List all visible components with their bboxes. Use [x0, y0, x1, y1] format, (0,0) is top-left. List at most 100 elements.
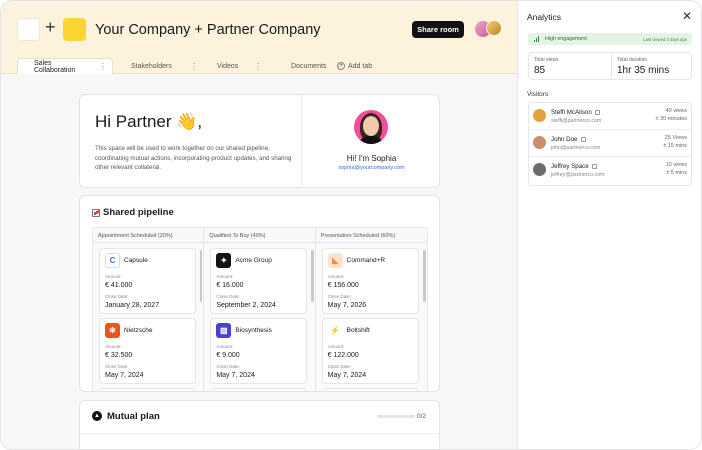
deal-amount: € 41.000: [105, 282, 133, 289]
close-date-label: Close Date:: [216, 294, 240, 299]
deal-amount: € 9.000: [216, 352, 240, 359]
tab-label: Stakeholders: [131, 62, 172, 70]
deal-amount: € 156.000: [327, 282, 359, 289]
pipeline-column: Appointment Scheduled (20%) C Capsule Am…: [93, 228, 205, 391]
stats-box: Total views 85 Total duration 1hr 35 min…: [528, 52, 692, 80]
chevron-up-icon[interactable]: ▲: [92, 411, 102, 421]
deal-card-peek[interactable]: [210, 388, 308, 391]
deal-card[interactable]: ◣ Command+R Amount: € 156.000 Close Date…: [321, 248, 419, 314]
deal-name: Command+R: [346, 257, 386, 264]
close-icon[interactable]: ✕: [682, 9, 692, 23]
deal-card[interactable]: ⚡ Boltshift Amount: € 122.000 Close Date…: [321, 318, 419, 384]
deal-amount: € 122.000: [327, 352, 359, 359]
deal-card[interactable]: ▨ Biosynthesis Amount: € 9.000 Close Dat…: [210, 318, 308, 384]
deal-close-date: January 28, 2027: [105, 302, 160, 309]
signal-bars-icon: [534, 36, 540, 42]
column-scrollbar[interactable]: [311, 250, 314, 302]
total-views-value: 85: [534, 65, 546, 76]
welcome-text: This space will be used to work together…: [95, 145, 292, 171]
amount-label: Amount:: [216, 344, 234, 349]
deal-card[interactable]: ✻ Nietzsche Amount: € 32.500 Close Date:…: [99, 318, 196, 384]
deal-card[interactable]: C Capsule Amount: € 41.000 Close Date: J…: [99, 248, 196, 314]
share-room-button[interactable]: Share room: [412, 21, 464, 38]
visitor-row[interactable]: Steffi McAlison steffi@partnerco.com 40 …: [529, 103, 691, 130]
your-company-logo: [17, 18, 40, 41]
welcome-title: Hi Partner 👋,: [95, 112, 203, 131]
visitors-list: Steffi McAlison steffi@partnerco.com 40 …: [528, 102, 692, 186]
deal-amount: € 16.000: [216, 282, 244, 289]
avatar: [533, 163, 546, 176]
column-scrollbar[interactable]: [423, 250, 426, 302]
engagement-banner: High engagement Last viewed 3 days ago: [528, 33, 692, 45]
visitor-duration: ± 30 minutes: [655, 116, 687, 122]
visitor-duration: ± 15 mins: [663, 143, 687, 149]
welcome-card: Hi Partner 👋, This space will be used to…: [79, 94, 440, 188]
analytics-title: Analytics: [527, 12, 562, 22]
total-duration-label: Total duration: [617, 57, 648, 63]
calendar-icon: [594, 110, 600, 115]
deal-name: Capsule: [124, 257, 148, 264]
pipeline-title-text: Shared pipeline: [103, 207, 174, 218]
more-vertical-icon[interactable]: ⋮: [188, 62, 203, 71]
tab-label: Documents: [291, 62, 327, 70]
nietzsche-logo-icon: ✻: [105, 323, 120, 338]
more-vertical-icon[interactable]: ⋮: [252, 62, 267, 71]
visitor-row[interactable]: John Doe john@partnerco.com 25 Views ± 1…: [529, 130, 691, 157]
avatar: [533, 109, 546, 122]
visitor-name: John Doe: [551, 136, 586, 143]
deal-name: Acme Group: [235, 257, 272, 264]
more-vertical-icon[interactable]: ⋮: [97, 62, 112, 71]
column-scrollbar[interactable]: [199, 250, 203, 302]
tab-sales-collaboration[interactable]: Sales Collaboration ⋮: [17, 58, 113, 74]
tab-label: Sales Collaboration: [34, 59, 76, 74]
deal-name: Boltshift: [346, 327, 370, 334]
visitor-name: Steffi McAlison: [551, 109, 600, 116]
visitors-heading: Visitors: [527, 91, 549, 98]
visitor-views: 10 views: [665, 162, 687, 168]
tab-videos[interactable]: Videos ⋮: [207, 58, 267, 74]
last-viewed: Last viewed 3 days ago: [643, 37, 687, 42]
pipeline-title: Shared pipeline: [92, 207, 174, 218]
analytics-panel: Analytics ✕ High engagement Last viewed …: [519, 1, 701, 449]
more-vertical-icon[interactable]: ⋮: [332, 62, 347, 71]
app-window: + Your Company + Partner Company Share r…: [0, 0, 702, 450]
deal-name: Nietzsche: [124, 327, 153, 334]
shared-pipeline-card: Shared pipeline Appointment Scheduled (2…: [79, 195, 440, 392]
calendar-icon: [591, 164, 597, 169]
deal-card-peek[interactable]: [99, 388, 196, 391]
close-date-label: Close Date:: [327, 294, 352, 299]
deal-name: Biosynthesis: [235, 327, 272, 334]
biosynthesis-logo-icon: ▨: [216, 323, 232, 338]
collaborator-avatar[interactable]: [486, 20, 502, 36]
room-header: + Your Company + Partner Company Share r…: [1, 1, 517, 74]
plus-sign: +: [45, 17, 56, 37]
divider: [80, 433, 441, 434]
owner-email-link[interactable]: sophia@yourcompany.com: [302, 165, 441, 171]
tab-label: Videos: [217, 62, 239, 70]
visitor-email: john@partnerco.com: [551, 145, 601, 151]
deal-close-date: May 7, 2024: [216, 372, 255, 379]
tab-documents[interactable]: Documents ⋮: [271, 58, 342, 74]
welcome-message: Hi Partner 👋, This space will be used to…: [80, 95, 302, 188]
close-date-label: Close Date:: [105, 294, 129, 299]
deal-card[interactable]: ✦ Acme Group Amount: € 16.000 Close Date…: [210, 248, 308, 314]
deal-card-peek[interactable]: [321, 388, 419, 391]
pipeline-column: Qualified To Buy (40%) ✦ Acme Group Amou…: [204, 228, 316, 391]
close-date-label: Close Date:: [216, 364, 240, 369]
visitor-email: steffi@partnerco.com: [551, 118, 602, 124]
add-tab-label: Add tab: [348, 62, 373, 70]
total-duration-stat: Total duration 1hr 35 mins: [611, 53, 693, 79]
tab-stakeholders[interactable]: Stakeholders ⋮: [117, 58, 203, 74]
deal-amount: € 32.500: [105, 352, 133, 359]
calendar-icon: [580, 137, 586, 142]
deal-close-date: May 7, 2026: [327, 302, 367, 309]
close-date-label: Close Date:: [105, 364, 129, 369]
visitor-row[interactable]: Jeffrey Space jeffrey@partnerco.com 10 v…: [529, 157, 691, 184]
column-header: Appointment Scheduled (20%): [93, 228, 204, 243]
mutual-plan-title: Mutual plan: [107, 411, 160, 422]
amount-label: Amount:: [327, 344, 345, 349]
engagement-label: High engagement: [545, 36, 587, 42]
total-duration-value: 1hr 35 mins: [617, 65, 670, 76]
amount-label: Amount:: [327, 274, 345, 279]
amount-label: Amount:: [216, 274, 234, 279]
